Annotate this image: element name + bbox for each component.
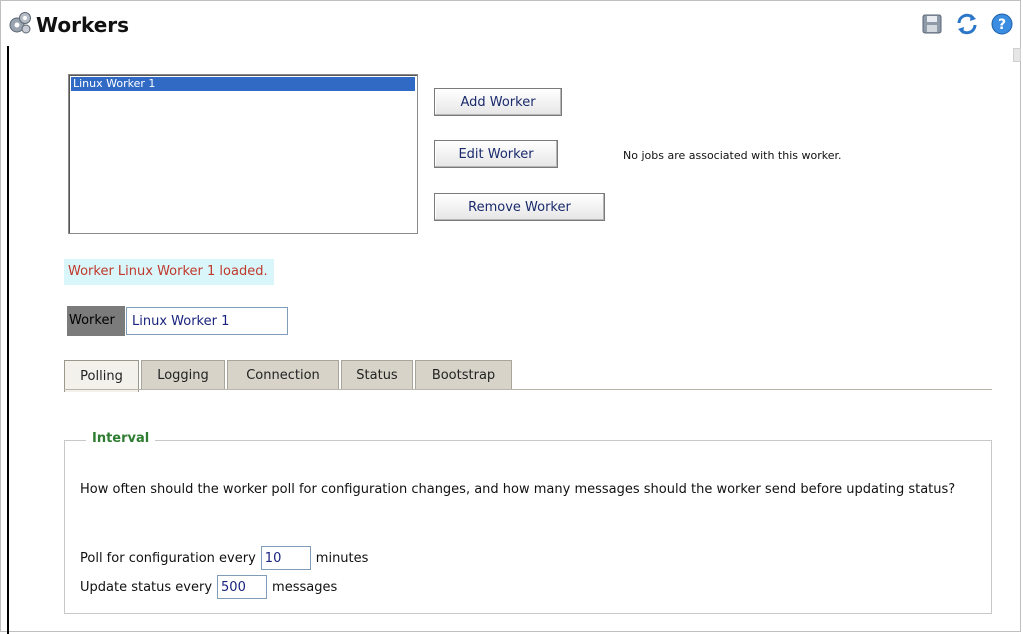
worker-label: Worker: [67, 306, 125, 336]
page-title: Workers: [36, 13, 130, 37]
save-icon[interactable]: [920, 12, 944, 36]
tab-divider: [64, 389, 992, 390]
list-item[interactable]: Linux Worker 1: [71, 77, 415, 91]
tab-connection[interactable]: Connection: [227, 360, 339, 390]
svg-text:?: ?: [998, 17, 1006, 33]
update-row: Update status every messages: [80, 575, 337, 599]
poll-suffix-label: minutes: [315, 550, 369, 566]
jobs-message: No jobs are associated with this worker.: [623, 149, 842, 162]
scrollbar[interactable]: [1013, 48, 1021, 62]
update-messages-field[interactable]: [217, 575, 268, 599]
remove-worker-button[interactable]: Remove Worker: [434, 193, 605, 221]
interval-legend: Interval: [86, 431, 156, 446]
refresh-icon[interactable]: [954, 12, 978, 36]
help-icon[interactable]: ?: [990, 12, 1014, 36]
worker-name-field[interactable]: [126, 307, 288, 335]
tab-bootstrap[interactable]: Bootstrap: [415, 360, 512, 390]
workers-listbox[interactable]: Linux Worker 1: [68, 74, 418, 234]
tab-logging[interactable]: Logging: [141, 360, 225, 390]
edit-worker-button[interactable]: Edit Worker: [434, 140, 558, 168]
window-left-border: [7, 46, 9, 634]
update-suffix-label: messages: [272, 579, 338, 595]
poll-minutes-field[interactable]: [260, 546, 311, 570]
poll-prefix-label: Poll for configuration every: [80, 550, 256, 566]
status-message: Worker Linux Worker 1 loaded.: [64, 259, 274, 285]
update-prefix-label: Update status every: [80, 579, 213, 595]
add-worker-button[interactable]: Add Worker: [434, 88, 562, 116]
gears-icon: [8, 10, 34, 36]
poll-row: Poll for configuration every minutes: [80, 546, 368, 570]
tab-status[interactable]: Status: [341, 360, 413, 390]
tab-polling[interactable]: Polling: [64, 360, 139, 392]
title-bar: Workers ?: [0, 0, 1023, 46]
interval-description: How often should the worker poll for con…: [80, 482, 956, 497]
